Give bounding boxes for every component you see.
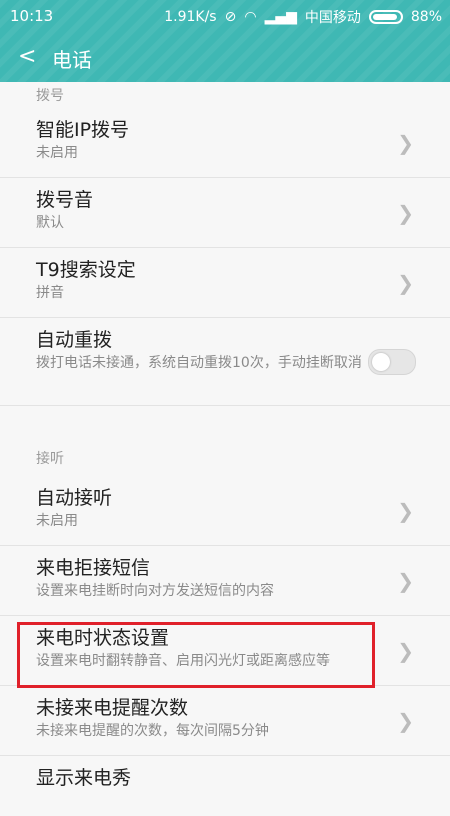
auto-redial-toggle[interactable] — [368, 348, 416, 375]
chevron-right-icon: ❯ — [397, 638, 414, 663]
status-time: 10:13 — [10, 7, 54, 25]
setting-t9-search[interactable]: T9搜索设定 拼音 ❯ — [0, 248, 450, 318]
setting-smart-ip-dial[interactable]: 智能IP拨号 未启用 ❯ — [0, 108, 450, 178]
settings-list: 拨号 智能IP拨号 未启用 ❯ 拨号音 默认 ❯ T9搜索设定 拼音 ❯ 自动重… — [0, 82, 450, 816]
chevron-right-icon: ❯ — [397, 708, 414, 733]
status-right: 1.91K/s ⊘ ◠ ▂▄▆ 中国移动 88% — [164, 7, 442, 27]
setting-missed-call-reminder[interactable]: 未接来电提醒次数 未接来电提醒的次数，每次间隔5分钟 ❯ — [0, 686, 450, 756]
setting-title: 拨号音 — [36, 189, 94, 211]
setting-title: 智能IP拨号 — [36, 119, 130, 141]
highlight-box — [17, 622, 375, 688]
wifi-icon: ◠ — [244, 9, 257, 25]
chevron-right-icon: ❯ — [397, 270, 414, 295]
setting-dial-tone[interactable]: 拨号音 默认 ❯ — [0, 178, 450, 248]
battery-icon — [368, 10, 403, 24]
chevron-right-icon: ❯ — [397, 568, 414, 593]
carrier-label: 中国移动 — [304, 10, 361, 26]
setting-auto-answer[interactable]: 自动接听 未启用 ❯ — [0, 476, 450, 546]
setting-title: T9搜索设定 — [36, 259, 136, 281]
setting-title: 来电拒接短信 — [36, 557, 151, 579]
back-icon[interactable]: < — [18, 44, 36, 69]
chevron-right-icon: ❯ — [397, 130, 414, 155]
setting-auto-redial[interactable]: 自动重拨 拨打电话未接通，系统自动重拨10次，手动挂断取消 — [0, 318, 450, 406]
setting-title: 自动重拨 — [36, 329, 113, 351]
header: 10:13 1.91K/s ⊘ ◠ ▂▄▆ 中国移动 88% < 电话 — [0, 0, 450, 82]
setting-subtitle: 未启用 — [36, 145, 78, 161]
setting-reject-sms[interactable]: 来电拒接短信 设置来电挂断时向对方发送短信的内容 ❯ — [0, 546, 450, 616]
setting-show-call-show[interactable]: 显示来电秀 — [0, 756, 450, 816]
setting-subtitle: 拼音 — [36, 285, 64, 301]
chevron-right-icon: ❯ — [397, 498, 414, 523]
page-title: 电话 — [52, 48, 92, 72]
setting-subtitle: 默认 — [36, 215, 64, 231]
setting-title: 显示来电秀 — [36, 767, 132, 789]
battery-percent: 88% — [410, 9, 442, 25]
setting-subtitle: 设置来电挂断时向对方发送短信的内容 — [36, 583, 274, 599]
setting-title: 自动接听 — [36, 487, 113, 509]
signal-icon: ▂▄▆ — [264, 9, 297, 25]
section-dial-header: 拨号 — [36, 88, 64, 104]
status-bar: 10:13 1.91K/s ⊘ ◠ ▂▄▆ 中国移动 88% — [0, 0, 450, 32]
setting-subtitle: 拨打电话未接通，系统自动重拨10次，手动挂断取消 — [36, 355, 362, 371]
section-answer-header: 接听 — [36, 451, 64, 467]
title-bar: < 电话 — [0, 32, 450, 82]
network-speed: 1.91K/s — [164, 9, 217, 25]
setting-title: 未接来电提醒次数 — [36, 697, 189, 719]
mute-icon: ⊘ — [224, 9, 237, 25]
setting-subtitle: 未接来电提醒的次数，每次间隔5分钟 — [36, 723, 269, 739]
setting-subtitle: 未启用 — [36, 513, 78, 529]
chevron-right-icon: ❯ — [397, 200, 414, 225]
